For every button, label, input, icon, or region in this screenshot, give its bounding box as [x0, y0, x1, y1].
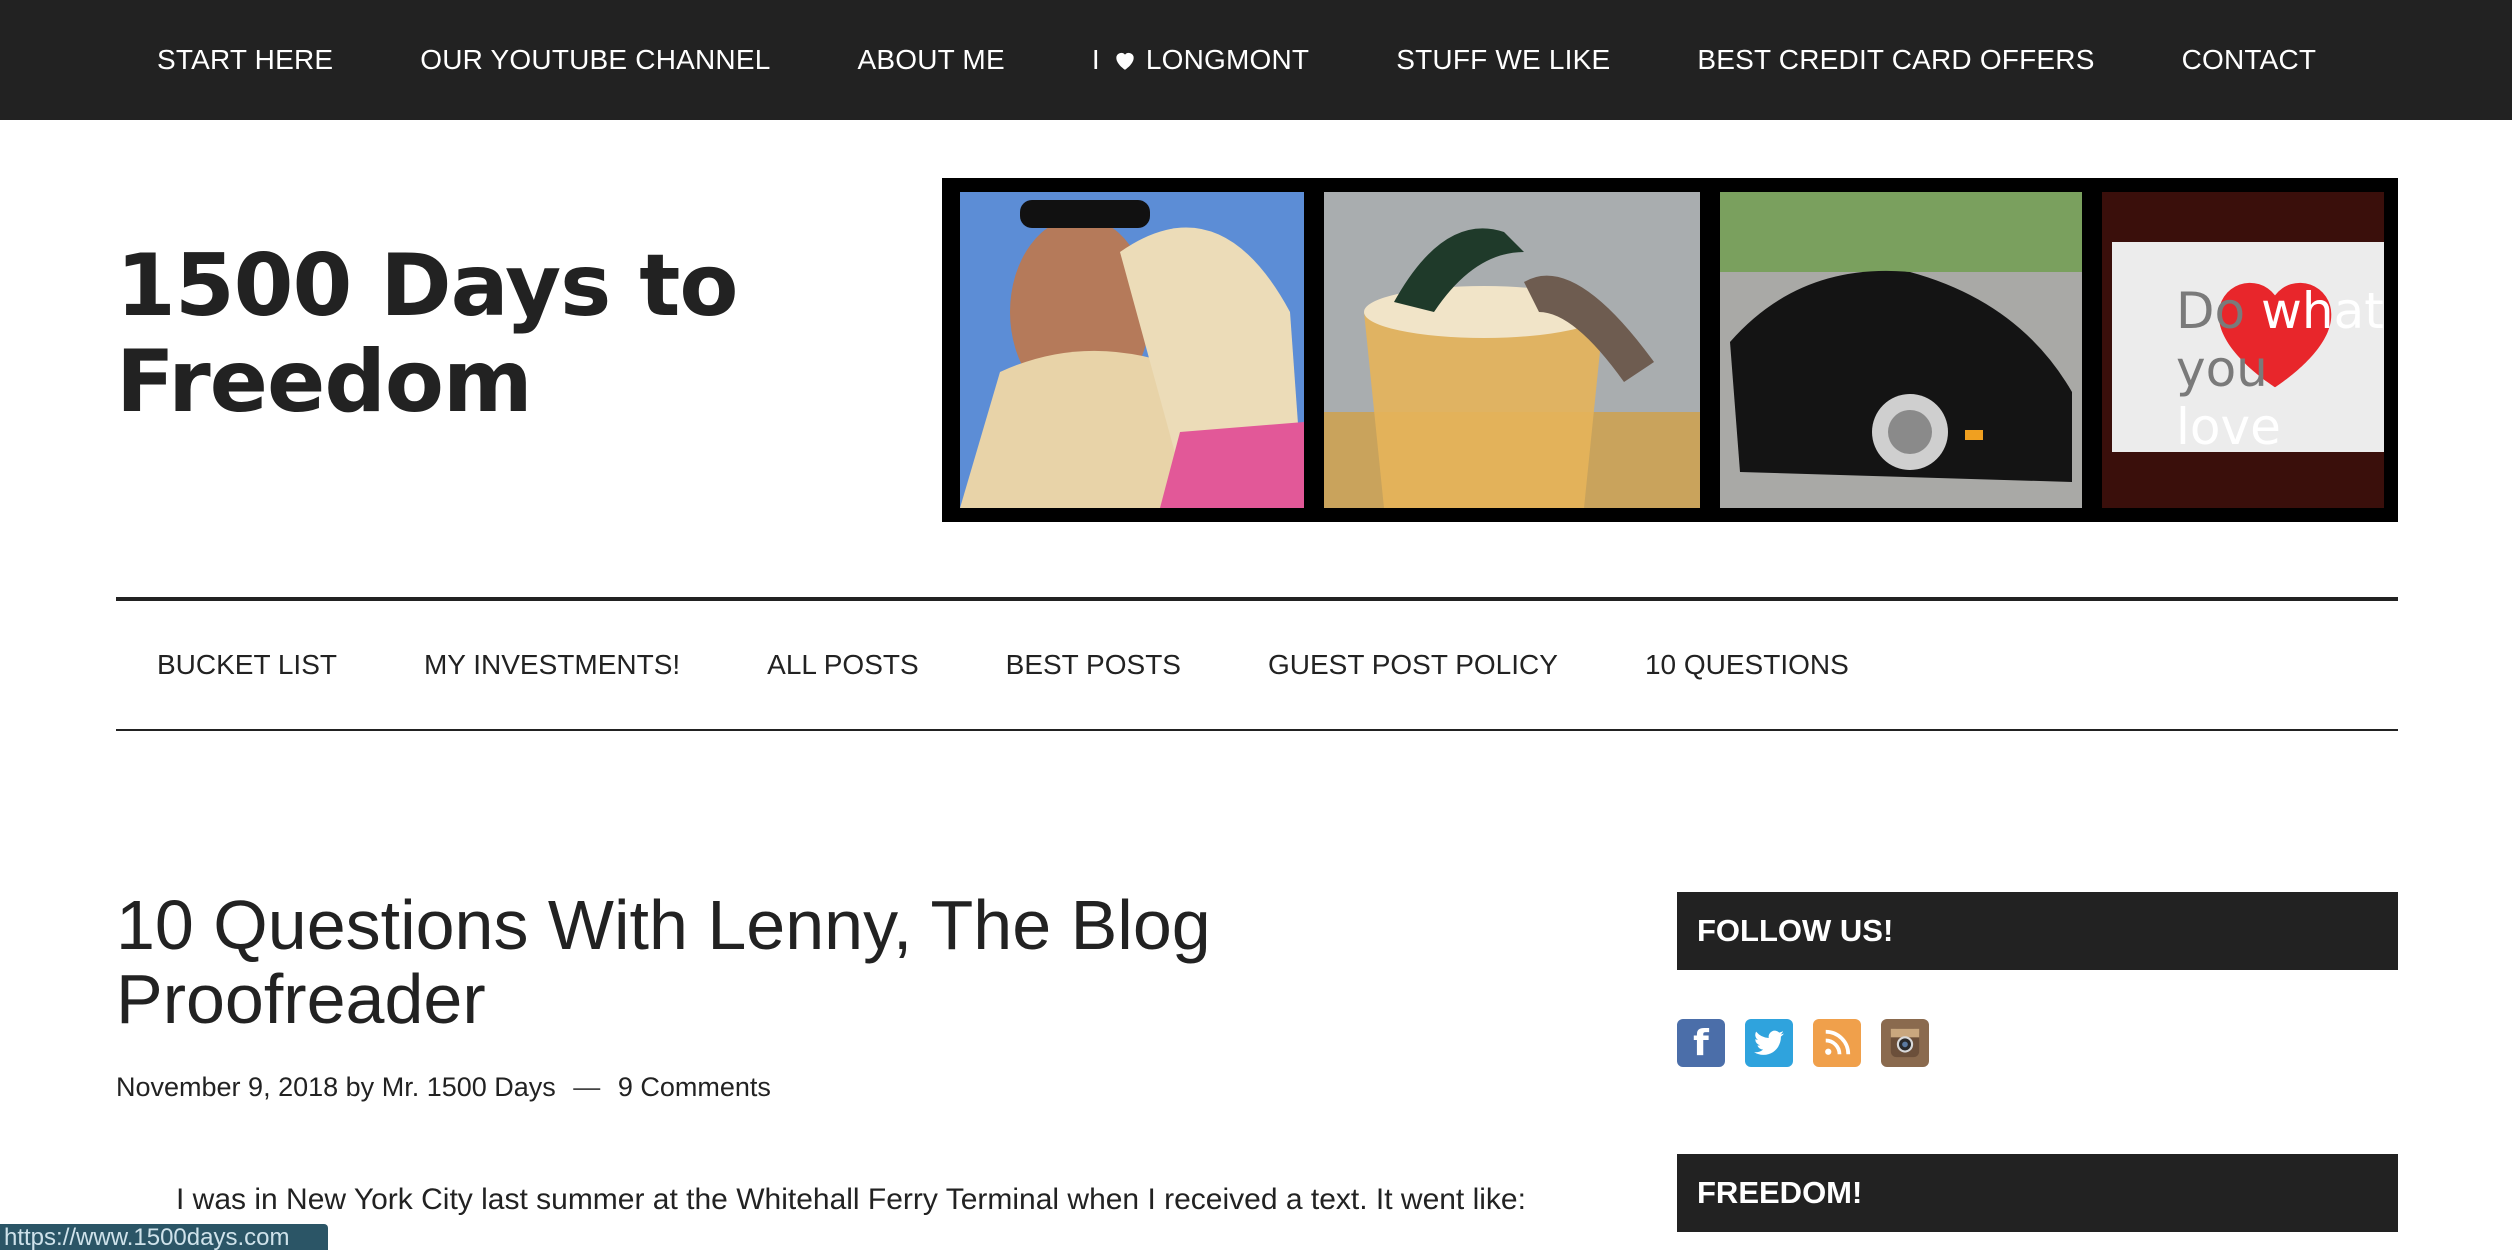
banner-photo-drink [1324, 192, 1700, 508]
sign-text-do: Do [2176, 282, 2246, 340]
social-icons: f [1677, 1019, 1949, 1067]
nav-all-posts[interactable]: ALL POSTS [767, 649, 918, 681]
nav-stuff-we-like[interactable]: STUFF WE LIKE [1396, 44, 1610, 76]
banner-photo-sign: Do what you love [2102, 192, 2384, 508]
car-illustration [1720, 192, 2082, 508]
freedom-widget-title: FREEDOM! [1677, 1154, 2398, 1232]
nav-longmont-label: LONGMONT [1145, 44, 1310, 75]
instagram-icon[interactable] [1881, 1019, 1929, 1067]
nav-bucket-list[interactable]: BUCKET LIST [157, 649, 337, 681]
link-status-tooltip: https://www.1500days.com [0, 1224, 328, 1250]
do-what-you-love-sign: Do what you love [2112, 242, 2384, 456]
follow-us-widget-title: FOLLOW US! [1677, 892, 2398, 970]
nav-about-me[interactable]: ABOUT ME [858, 44, 1005, 76]
post-comments-link[interactable]: 9 Comments [618, 1072, 771, 1102]
sign-text: Do what you love [2176, 282, 2384, 456]
selfie-illustration [960, 192, 1304, 508]
secondary-navigation: BUCKET LIST MY INVESTMENTS! ALL POSTS BE… [116, 597, 2398, 731]
post-author-link[interactable]: Mr. 1500 Days [382, 1072, 556, 1102]
nav-10-questions[interactable]: 10 QUESTIONS [1645, 649, 1849, 681]
twitter-bird-glyph [1754, 1030, 1784, 1055]
post-meta: November 9, 2018 by Mr. 1500 Days — 9 Co… [116, 1072, 771, 1103]
twitter-icon[interactable] [1745, 1019, 1793, 1067]
nav-best-posts[interactable]: BEST POSTS [1006, 649, 1181, 681]
heart-icon [1116, 52, 1134, 70]
sign-text-love: love [2176, 398, 2281, 456]
post-by: by [345, 1072, 375, 1102]
nav-my-investments[interactable]: MY INVESTMENTS! [424, 649, 680, 681]
sign-text-what: what [2261, 282, 2384, 340]
banner-photo-car [1720, 192, 2082, 508]
post-title[interactable]: 10 Questions With Lenny, The Blog Proofr… [116, 888, 1416, 1036]
header-banner[interactable]: Do what you love [942, 178, 2398, 522]
post-excerpt: I was in New York City last summer at th… [176, 1183, 1526, 1216]
rss-glyph [1825, 1029, 1851, 1055]
drink-illustration [1324, 192, 1700, 508]
rss-icon[interactable] [1813, 1019, 1861, 1067]
nav-start-here[interactable]: START HERE [157, 44, 333, 76]
nav-guest-post-policy[interactable]: GUEST POST POLICY [1268, 649, 1558, 681]
sign-text-you: you [2176, 340, 2268, 398]
top-navigation: START HERE OUR YOUTUBE CHANNEL ABOUT ME … [0, 0, 2512, 120]
site-title[interactable]: 1500 Days to Freedom [116, 238, 816, 430]
meta-separator: — [573, 1072, 601, 1102]
banner-photo-selfie [960, 192, 1304, 508]
post-date: November 9, 2018 [116, 1072, 339, 1102]
facebook-icon[interactable]: f [1677, 1019, 1725, 1067]
nav-youtube-channel[interactable]: OUR YOUTUBE CHANNEL [420, 44, 770, 76]
nav-credit-card-offers[interactable]: BEST CREDIT CARD OFFERS [1697, 44, 2094, 76]
nav-i-love-longmont[interactable]: I LONGMONT [1092, 44, 1309, 76]
nav-i-love-prefix: I [1091, 44, 1100, 75]
camera-glyph [1890, 1028, 1920, 1058]
nav-contact[interactable]: CONTACT [2182, 44, 2317, 76]
